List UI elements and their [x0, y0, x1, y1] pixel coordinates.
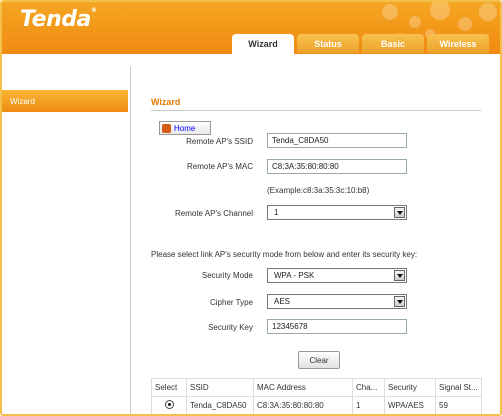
home-button[interactable]: Home — [159, 121, 211, 135]
channel-cell: 1 — [352, 396, 385, 414]
mac-cell: C8:3A:35:80:80:80 — [253, 396, 353, 414]
security-cell: WPA/AES — [384, 396, 436, 414]
home-label: Home — [174, 123, 196, 133]
remote-ssid-input[interactable]: Tenda_C8DA50 — [267, 133, 407, 148]
chevron-down-icon[interactable] — [394, 207, 405, 218]
select-cell — [151, 396, 187, 414]
tab-status[interactable]: Status — [297, 34, 359, 53]
col-mac: MAC Address — [253, 378, 353, 397]
remote-mac-input[interactable]: C8:3A:35:80:80:80 — [267, 159, 407, 174]
col-select: Select — [151, 378, 187, 397]
cipher-type-label: Cipher Type — [210, 298, 253, 307]
signal-cell: 59 — [435, 396, 482, 414]
title-divider — [151, 110, 481, 111]
cipher-type-select[interactable]: AES — [267, 294, 407, 309]
chevron-down-icon[interactable] — [394, 270, 405, 281]
sidebar: Wizard — [2, 66, 131, 414]
home-icon — [162, 123, 171, 133]
security-instruction: Please select link AP's security mode fr… — [151, 250, 418, 259]
select-radio[interactable] — [164, 400, 174, 409]
remote-channel-label: Remote AP's Channel — [174, 209, 253, 218]
remote-channel-value: 1 — [274, 208, 279, 217]
security-mode-label: Security Mode — [201, 271, 253, 280]
col-ssid: SSID — [186, 378, 254, 397]
col-security: Security — [384, 378, 436, 397]
router-admin-window: Tenda® Wizard Status Basic Wireless Wiza… — [0, 0, 502, 416]
tenda-logo: Tenda® — [20, 7, 97, 32]
ap-scan-table: Select SSID MAC Address Cha... Security … — [151, 378, 482, 414]
remote-mac-label: Remote AP's MAC — [187, 162, 253, 171]
header-bar: Tenda® Wizard Status Basic Wireless — [2, 2, 500, 54]
logo-text: Tenda — [20, 7, 91, 32]
table-row[interactable]: Tenda_C8DA50 C8:3A:35:80:80:80 1 WPA/AES… — [151, 396, 482, 414]
top-nav-tabs: Wizard Status Basic Wireless — [232, 34, 489, 54]
tab-wizard[interactable]: Wizard — [232, 34, 294, 54]
tab-basic[interactable]: Basic — [362, 34, 424, 53]
cipher-type-value: AES — [274, 297, 291, 306]
sidebar-item-wizard[interactable]: Wizard — [2, 90, 128, 112]
col-channel: Cha... — [352, 378, 385, 397]
table-header-row: Select SSID MAC Address Cha... Security … — [151, 378, 482, 397]
security-key-label: Security Key — [208, 323, 253, 332]
registered-mark: ® — [90, 7, 97, 14]
tab-wireless[interactable]: Wireless — [427, 34, 489, 53]
security-mode-select[interactable]: WPA - PSK — [267, 268, 407, 283]
security-mode-value: WPA - PSK — [274, 271, 315, 280]
main-content: Wizard Home Remote AP's SSID Tenda_C8DA5… — [131, 66, 500, 414]
ssid-cell: Tenda_C8DA50 — [186, 396, 254, 414]
page-title: Wizard — [151, 97, 181, 107]
chevron-down-icon[interactable] — [394, 296, 405, 307]
security-key-input[interactable]: 12345678 — [267, 319, 407, 334]
col-signal: Signal St... — [435, 378, 482, 397]
clear-button[interactable]: Clear — [298, 351, 340, 369]
mac-example-hint: (Example:c8:3a:35:3c:10:b8) — [267, 186, 370, 195]
remote-channel-select[interactable]: 1 — [267, 205, 407, 220]
remote-ssid-label: Remote AP's SSID — [186, 137, 253, 146]
